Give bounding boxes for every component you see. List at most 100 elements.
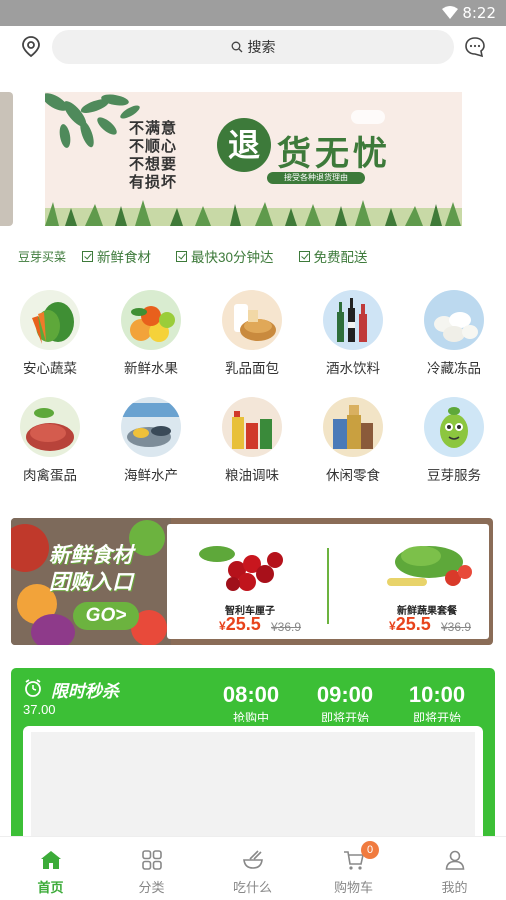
category-label: 安心蔬菜 <box>23 361 77 376</box>
category-label: 豆芽服务 <box>427 468 481 483</box>
category-drinks[interactable]: 酒水饮料 <box>313 290 393 377</box>
product-old-price: ¥36.9 <box>271 620 302 634</box>
message-icon[interactable] <box>464 36 486 58</box>
category-label: 粮油调味 <box>225 468 279 483</box>
app-screen: 8:22 搜索 不满意 不顺心 不想要 有损坏 退 货无忧 接受各种退货理由 豆… <box>0 0 506 900</box>
vegetables-icon <box>20 290 80 350</box>
category-dairy-bread[interactable]: 乳品面包 <box>212 290 292 377</box>
category-meat-eggs[interactable]: 肉禽蛋品 <box>10 397 90 484</box>
currency-symbol: ¥ <box>219 619 226 633</box>
search-icon <box>231 41 242 53</box>
category-label: 酒水饮料 <box>326 361 380 376</box>
vegetable-set-image <box>387 546 472 586</box>
category-label: 冷藏冻品 <box>427 361 481 376</box>
cherries-image <box>199 546 283 591</box>
category-label: 新鲜水果 <box>124 361 178 376</box>
category-snacks[interactable]: 休闲零食 <box>313 397 393 484</box>
drinks-icon <box>323 290 383 350</box>
check-icon <box>176 250 188 262</box>
slot-status: 抢购中 <box>232 711 269 722</box>
meat-eggs-icon <box>20 397 80 457</box>
tab-category[interactable]: 分类 <box>101 837 202 900</box>
banner-line: 不顺心 <box>129 138 178 155</box>
flash-sale-placeholder <box>31 732 475 838</box>
search-bar[interactable]: 搜索 <box>52 30 454 64</box>
promo-go-button[interactable]: GO> <box>73 602 139 630</box>
top-header: 搜索 <box>0 26 506 68</box>
tab-what-to-eat[interactable]: 吃什么 <box>202 837 303 900</box>
banner-circle-char: 退 <box>217 118 271 172</box>
flash-sale-section: 限时秒杀 37.00 08:00 抢购中 09:00 即将开始 10:00 即将… <box>11 668 495 838</box>
tab-label: 首页 <box>37 880 64 895</box>
check-icon <box>82 250 94 262</box>
tab-label: 我的 <box>441 880 468 895</box>
tab-home[interactable]: 首页 <box>0 837 101 900</box>
group-buy-promo[interactable]: 新鲜食材 团购入口 GO> 智利车厘子 ¥25.5 ¥36.9 新鲜蔬果套餐 ¥… <box>11 518 493 645</box>
time-slot[interactable]: 09:00 即将开始 <box>305 682 385 722</box>
banner-line: 有损坏 <box>129 174 178 191</box>
tab-label: 购物车 <box>333 880 373 895</box>
tab-label: 分类 <box>138 880 165 895</box>
greens-decoration <box>129 520 165 556</box>
fruits-icon <box>121 290 181 350</box>
category-grain-oil[interactable]: 粮油调味 <box>212 397 292 484</box>
cart-badge: 0 <box>361 841 379 859</box>
category-frozen[interactable]: 冷藏冻品 <box>414 290 494 377</box>
category-fruits[interactable]: 新鲜水果 <box>111 290 191 377</box>
home-icon <box>41 851 61 869</box>
category-seafood[interactable]: 海鲜水产 <box>111 397 191 484</box>
category-label: 海鲜水产 <box>124 468 178 483</box>
promo-title-line: 新鲜食材 <box>49 544 133 567</box>
wifi-icon <box>442 6 458 19</box>
feature-label: 最快30分钟达 <box>191 250 274 265</box>
price-value: 25.5 <box>395 614 431 634</box>
banner-title: 货无忧 <box>277 135 391 173</box>
time-slot[interactable]: 08:00 抢购中 <box>211 682 291 722</box>
flash-sale-countdown: 37.00 <box>23 702 56 717</box>
alarm-clock-icon <box>25 679 41 697</box>
promo-title-line: 团购入口 <box>49 571 133 594</box>
grain-oil-icon <box>222 397 282 457</box>
category-service[interactable]: 豆芽服务 <box>414 397 494 484</box>
category-label: 乳品面包 <box>225 361 279 376</box>
banner-line: 不满意 <box>129 120 178 137</box>
product-price: ¥25.5 <box>219 614 261 635</box>
banner-prev-slide[interactable] <box>0 92 13 226</box>
currency-symbol: ¥ <box>389 619 396 633</box>
tab-profile[interactable]: 我的 <box>404 837 505 900</box>
promo-title: 新鲜食材 团购入口 <box>49 542 133 596</box>
user-icon <box>445 850 465 870</box>
category-label: 休闲零食 <box>326 468 380 483</box>
slot-status: 即将开始 <box>412 711 461 722</box>
banner-line: 不想要 <box>129 156 178 173</box>
banner-slide[interactable]: 不满意 不顺心 不想要 有损坏 退 货无忧 接受各种退货理由 <box>45 92 462 226</box>
price-value: 25.5 <box>225 614 261 634</box>
feature-label: 免费配送 <box>313 250 368 265</box>
product-divider <box>327 548 329 624</box>
feature-label: 新鲜食材 <box>97 250 152 265</box>
feature-item: 免费配送 <box>298 246 368 266</box>
grass-decoration <box>45 200 462 226</box>
cloud-decoration <box>351 110 385 124</box>
slot-time: 08:00 <box>222 682 280 707</box>
banner-left-text: 不满意 不顺心 不想要 有损坏 <box>129 120 177 192</box>
grid-icon <box>142 850 162 870</box>
location-icon[interactable] <box>20 35 42 59</box>
tab-cart[interactable]: 0 购物车 <box>303 837 404 900</box>
flash-sale-title: 限时秒杀 <box>51 682 119 701</box>
search-placeholder: 搜索 <box>247 39 276 55</box>
slot-time: 10:00 <box>408 682 466 707</box>
tomato-decoration <box>11 524 49 572</box>
tab-label: 吃什么 <box>232 880 272 895</box>
time-slot[interactable]: 10:00 即将开始 <box>397 682 477 722</box>
product-price: ¥25.5 <box>389 614 431 635</box>
product-old-price: ¥36.9 <box>441 620 472 634</box>
cabbage-decoration <box>31 614 75 645</box>
category-label: 肉禽蛋品 <box>23 468 77 483</box>
bowl-icon <box>243 850 263 869</box>
category-vegetables[interactable]: 安心蔬菜 <box>10 290 90 377</box>
dairy-bread-icon <box>222 290 282 350</box>
banner-subtitle: 接受各种退货理由 <box>267 172 365 184</box>
brand-name: 豆芽买菜 <box>18 249 67 264</box>
feature-row: 豆芽买菜 新鲜食材 最快30分钟达 免费配送 <box>18 246 488 266</box>
